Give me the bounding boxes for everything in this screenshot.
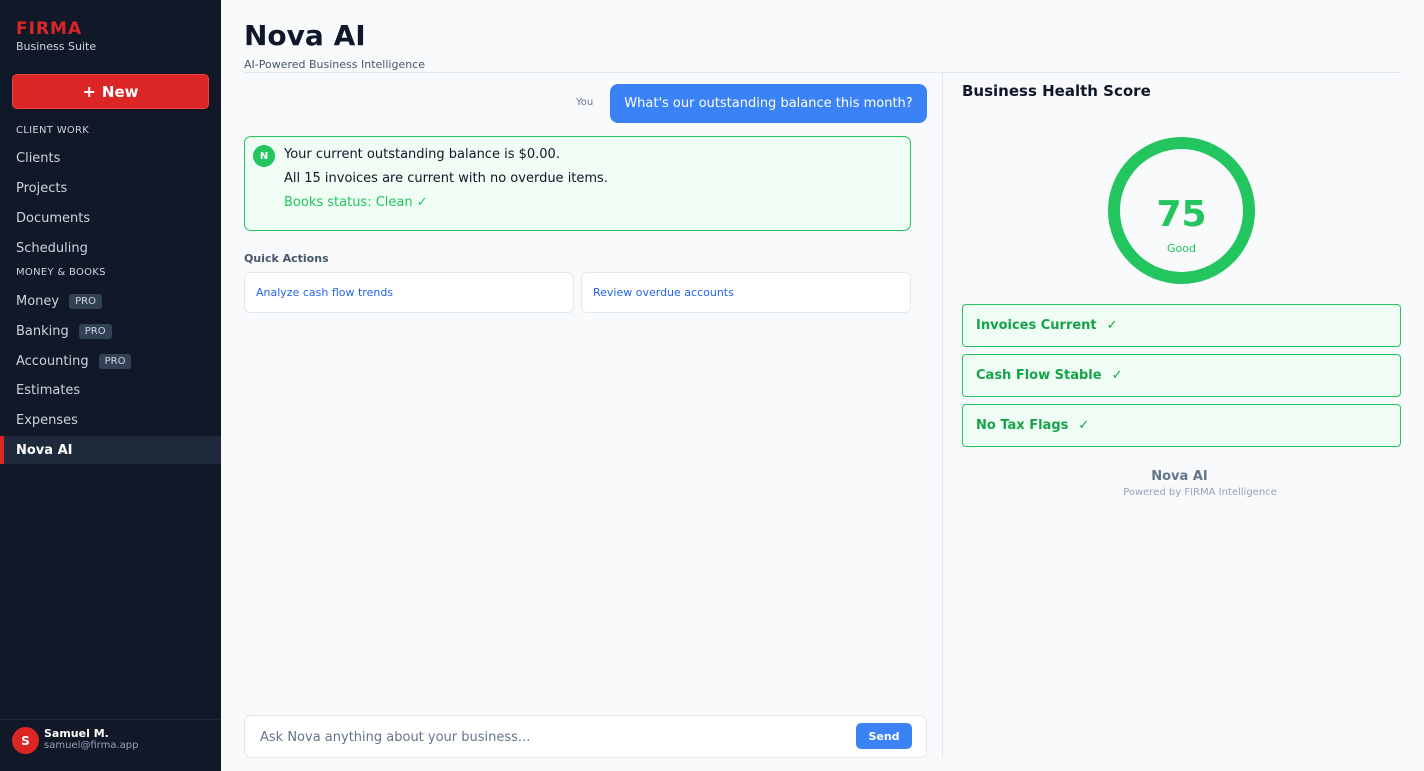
user-divider (0, 719, 221, 720)
sidebar-item-estimates[interactable]: Estimates (0, 376, 221, 404)
books-status: Books status: Clean ✓ (284, 195, 428, 210)
status-card-label: Invoices Current (976, 318, 1097, 333)
sidebar-item-label: Estimates (16, 382, 81, 398)
send-button[interactable]: Send (856, 723, 912, 749)
health-score-title: Business Health Score (962, 82, 1151, 100)
sidebar-item-clients[interactable]: Clients (0, 144, 221, 172)
section-label-money-books: MONEY & BOOKS (16, 267, 106, 278)
quick-action-cash-flow[interactable]: Analyze cash flow trends (244, 272, 574, 313)
quick-actions-title: Quick Actions (244, 252, 329, 265)
sidebar-item-projects[interactable]: Projects (0, 174, 221, 202)
sidebar-item-label: Documents (16, 210, 91, 226)
sidebar-item-label: Clients (16, 150, 61, 166)
sidebar-item-scheduling[interactable]: Scheduling (0, 234, 221, 262)
sidebar-item-nova-ai[interactable]: Nova AI (0, 436, 221, 464)
pro-badge: PRO (78, 323, 112, 339)
nova-avatar: N (253, 145, 275, 167)
sidebar-item-label: Expenses (16, 412, 78, 428)
check-icon: ✓ (1106, 318, 1118, 333)
status-card-label: No Tax Flags (976, 418, 1069, 433)
status-card-tax: No Tax Flags ✓ (962, 404, 1401, 447)
health-score-label: Good (1167, 242, 1196, 255)
pro-badge: PRO (69, 293, 102, 309)
status-card-label: Cash Flow Stable (976, 368, 1102, 383)
health-score-gauge: 75 Good (1108, 137, 1255, 284)
brand-subtitle: Business Suite (16, 40, 97, 53)
pro-badge: PRO (98, 353, 132, 369)
chat-input-bar: Send (244, 715, 927, 758)
nova-footer-subtitle: Powered by FIRMA Intelligence (1123, 487, 1277, 498)
brand-name: FIRMA (16, 19, 83, 39)
user-message-bubble: What's our outstanding balance this mont… (610, 84, 927, 123)
sidebar-item-label: Accounting (16, 353, 89, 369)
check-icon: ✓ (1078, 418, 1090, 433)
health-score-value: 75 (1156, 194, 1207, 235)
quick-action-overdue[interactable]: Review overdue accounts (581, 272, 911, 313)
sidebar-item-documents[interactable]: Documents (0, 204, 221, 232)
user-message-text: What's our outstanding balance this mont… (624, 96, 913, 111)
quick-action-label: Review overdue accounts (593, 286, 734, 299)
sender-label: You (576, 97, 594, 108)
quick-action-label: Analyze cash flow trends (256, 286, 394, 299)
chat-input[interactable] (260, 727, 840, 747)
user-email: samuel@firma.app (44, 740, 139, 751)
brand[interactable]: FIRMA Business Suite (16, 19, 96, 53)
sidebar-item-banking[interactable]: Banking PRO (0, 317, 221, 345)
sidebar-item-label: Nova AI (16, 442, 73, 458)
status-card-invoices: Invoices Current ✓ (962, 304, 1401, 347)
avatar[interactable]: S (12, 727, 39, 754)
check-icon: ✓ (1111, 368, 1123, 383)
status-card-cash-flow: Cash Flow Stable ✓ (962, 354, 1401, 397)
sidebar: FIRMA Business Suite + New CLIENT WORK C… (0, 0, 221, 771)
plus-icon: + (82, 82, 96, 101)
sidebar-item-label: Money (16, 293, 60, 309)
new-button-label: New (101, 82, 139, 101)
sidebar-item-label: Projects (16, 180, 68, 196)
page-title: Nova AI (244, 19, 366, 52)
sidebar-item-expenses[interactable]: Expenses (0, 406, 221, 434)
page-subtitle: AI-Powered Business Intelligence (244, 58, 426, 71)
ai-response-line: Your current outstanding balance is $0.0… (284, 147, 560, 162)
section-label-client-work: CLIENT WORK (16, 125, 90, 136)
sidebar-item-money[interactable]: Money PRO (0, 287, 221, 315)
ai-response-card: N Your current outstanding balance is $0… (244, 136, 911, 231)
ai-response-line: All 15 invoices are current with no over… (284, 171, 608, 186)
column-divider (942, 73, 943, 758)
header-divider (244, 72, 1401, 73)
sidebar-item-label: Banking (16, 323, 69, 339)
sidebar-item-label: Scheduling (16, 240, 88, 256)
new-button[interactable]: + New (12, 74, 209, 109)
nova-footer-name: Nova AI (1151, 469, 1208, 484)
user-name: Samuel M. (44, 727, 109, 740)
sidebar-item-accounting[interactable]: Accounting PRO (0, 347, 221, 375)
